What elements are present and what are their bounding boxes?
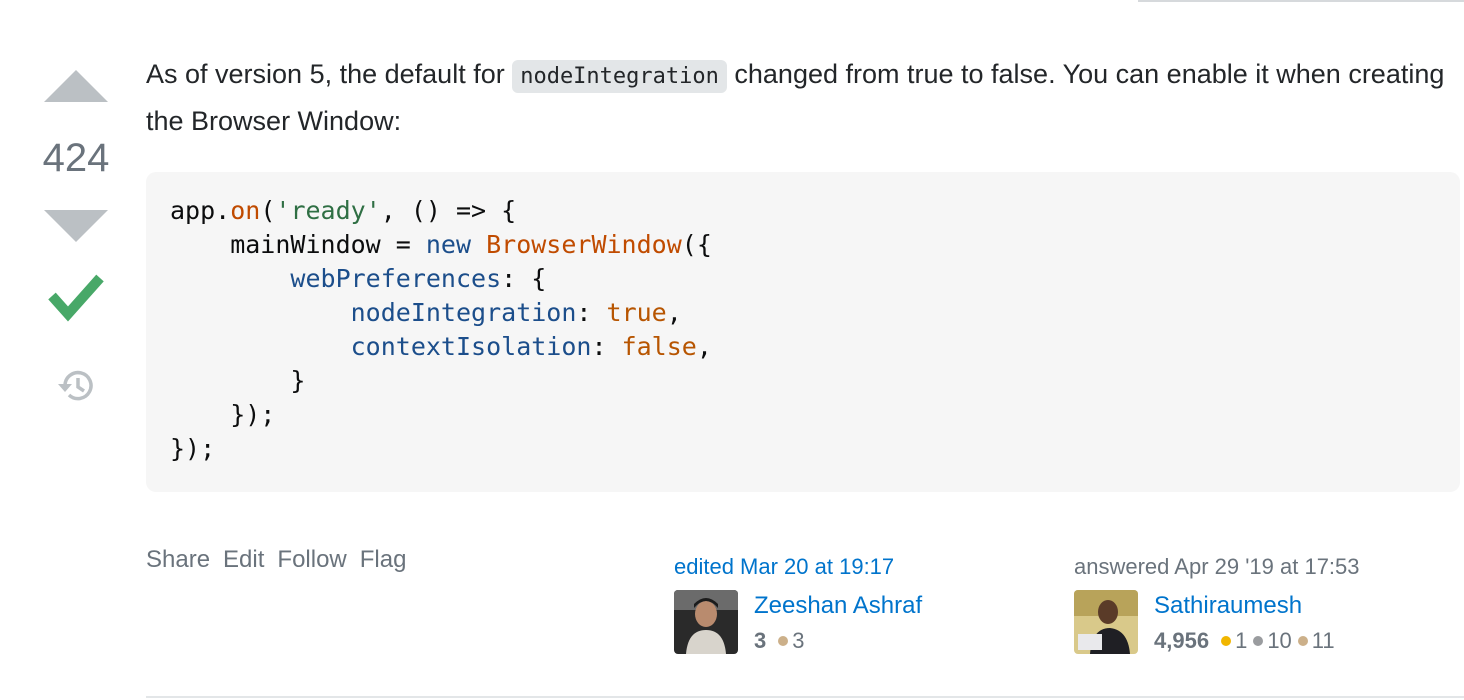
editor-name[interactable]: Zeeshan Ashraf xyxy=(754,592,922,620)
code-line: nodeIntegration: true, xyxy=(350,298,682,327)
top-divider xyxy=(1138,0,1464,2)
reputation-score: 4,956 xyxy=(1154,628,1210,653)
code-line: app.on('ready', () => { xyxy=(170,196,517,225)
reputation-score: 3 xyxy=(754,628,767,653)
answer-timestamp: answered Apr 29 '19 at 17:53 xyxy=(1074,554,1360,579)
share-link[interactable]: Share xyxy=(146,546,210,573)
code-line: webPreferences: { xyxy=(290,264,547,293)
vote-count: 424 xyxy=(42,136,110,180)
bronze-badge-count: 11 xyxy=(1311,628,1335,653)
bottom-divider xyxy=(146,696,1464,698)
owner-signature: answered Apr 29 '19 at 17:53 Sathiraumes… xyxy=(1074,554,1360,654)
editor-reputation: 33 xyxy=(754,628,805,654)
history-icon[interactable] xyxy=(56,366,96,406)
owner-reputation: 4,956 1 10 11 xyxy=(1154,628,1335,654)
code-line: } xyxy=(170,366,306,395)
edit-timestamp[interactable]: edited Mar 20 at 19:17 xyxy=(674,554,894,580)
answer-text-before: As of version 5, the default for xyxy=(146,59,513,89)
answer-body: As of version 5, the default for nodeInt… xyxy=(146,52,1446,143)
accepted-check-icon xyxy=(48,274,104,322)
edit-link[interactable]: Edit xyxy=(223,546,264,573)
post-menu: Share Edit Follow Flag xyxy=(146,546,419,574)
inline-code: nodeIntegration xyxy=(512,60,727,93)
owner-name[interactable]: Sathiraumesh xyxy=(1154,592,1302,620)
code-block: app.on('ready', () => { mainWindow = new… xyxy=(146,172,1460,492)
code-content: app.on('ready', () => { mainWindow = new… xyxy=(170,194,712,466)
silver-badge-count: 10 xyxy=(1267,628,1292,653)
upvote-icon[interactable] xyxy=(44,70,108,102)
silver-badge-icon xyxy=(1253,636,1264,647)
bronze-badge-count: 3 xyxy=(792,628,805,653)
editor-signature: edited Mar 20 at 19:17 Zeeshan Ashraf 33 xyxy=(674,554,922,654)
avatar[interactable] xyxy=(674,590,738,654)
gold-badge-icon xyxy=(1221,636,1232,647)
code-line: contextIsolation: false, xyxy=(350,332,712,361)
code-line: }); xyxy=(170,434,216,463)
bronze-badge-icon xyxy=(778,636,789,647)
avatar[interactable] xyxy=(1074,590,1138,654)
bronze-badge-icon xyxy=(1297,636,1308,647)
downvote-icon[interactable] xyxy=(44,210,108,242)
flag-link[interactable]: Flag xyxy=(360,546,407,573)
gold-badge-count: 1 xyxy=(1235,628,1248,653)
follow-link[interactable]: Follow xyxy=(277,546,346,573)
code-line: mainWindow = new BrowserWindow({ xyxy=(170,230,712,259)
code-line: }); xyxy=(170,400,276,429)
